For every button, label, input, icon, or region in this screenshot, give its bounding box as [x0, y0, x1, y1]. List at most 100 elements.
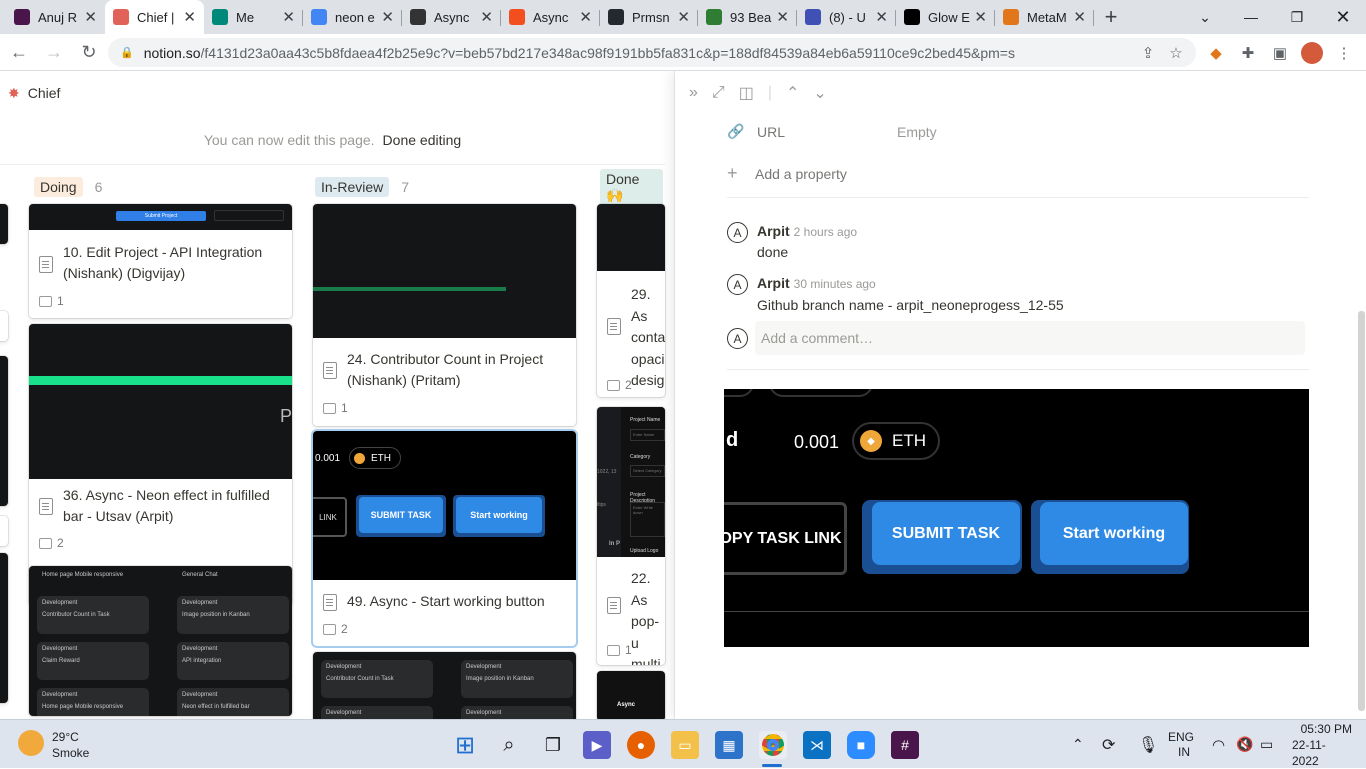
share-icon[interactable]: ⇪ [1134, 39, 1162, 67]
property-url[interactable]: 🔗 URL Empty [727, 123, 937, 140]
chrome-menu-icon[interactable]: ⋮ [1330, 39, 1358, 67]
microsoft-store-icon[interactable]: ▦ [715, 731, 743, 759]
close-tab-icon[interactable]: ✕ [677, 8, 690, 26]
board-card-selected[interactable]: 0.001 ETH LINK SUBMIT TASK Start working… [313, 431, 576, 646]
close-tab-icon[interactable]: ✕ [480, 8, 493, 26]
address-bar[interactable]: 🔒 notion.so/f4131d23a0aa43c5b8fdaea4f2b2… [108, 38, 1196, 67]
browser-tab[interactable]: Async ✕ [501, 0, 600, 34]
volume-muted-icon[interactable]: 🔇 [1236, 720, 1253, 769]
card-title: 36. Async - Neon effect in fulfilled bar… [63, 487, 270, 524]
close-tab-icon[interactable]: ✕ [776, 8, 789, 26]
teams-icon[interactable]: ▶ [583, 731, 611, 759]
weather-desc[interactable]: Smoke [52, 746, 89, 760]
reload-button[interactable]: ↻ [73, 36, 105, 68]
browser-tab[interactable]: Prmsn ✕ [600, 0, 698, 34]
board-card[interactable]: P 36. Async - Neon effect in fulfilled b… [29, 324, 292, 605]
browser-tab[interactable]: 93 Bea ✕ [698, 0, 797, 34]
add-comment-input[interactable]: Add a comment… [755, 321, 1305, 355]
comment-count: 2 [607, 378, 632, 392]
attached-screenshot[interactable]: d 0.001 ◆ ETH OPY TASK LINK SUBMIT TASK S… [724, 389, 1309, 647]
column-header-in-review[interactable]: In-Review 7 [315, 175, 409, 199]
weather-icon[interactable] [18, 730, 44, 756]
vscode-icon[interactable]: ⋊ [803, 731, 831, 759]
weather-temp[interactable]: 29°C [52, 730, 79, 744]
partial-card[interactable] [0, 356, 8, 506]
board-card[interactable]: Development Contributor Count in Task Deve… [313, 652, 576, 719]
column-header-done[interactable]: Done 🙌 [600, 168, 675, 206]
partial-card[interactable] [0, 553, 8, 703]
language-indicator[interactable]: ENG IN [1168, 720, 1194, 769]
side-peek-icon[interactable]: ◫ [739, 83, 754, 103]
partial-card[interactable] [0, 311, 8, 341]
board-card[interactable]: Submit Project 10. Edit Project - API In… [29, 204, 292, 318]
tab-search-icon[interactable]: ⌄ [1182, 0, 1228, 34]
board-card[interactable]: Async [597, 671, 665, 719]
start-windows-icon[interactable]: ⊞ [451, 731, 479, 759]
bookmark-star-icon[interactable]: ☆ [1162, 39, 1190, 67]
clock[interactable]: 05:30 PM 22-11-2022 [1292, 720, 1352, 769]
battery-icon[interactable]: ▭ [1260, 720, 1273, 769]
side-panel-icon[interactable]: ▣ [1266, 39, 1294, 67]
property-value[interactable]: Empty [897, 124, 937, 140]
close-tab-icon[interactable]: ✕ [579, 8, 592, 26]
close-window-button[interactable]: ✕ [1320, 0, 1366, 34]
browser-tab[interactable]: Glow E ✕ [896, 0, 995, 34]
tab-title: MetaM [1027, 9, 1067, 25]
profile-avatar[interactable] [1298, 39, 1326, 67]
new-tab-button[interactable]: + [1094, 0, 1128, 34]
partial-card[interactable] [0, 516, 8, 546]
close-tab-icon[interactable]: ✕ [974, 8, 987, 26]
close-tab-icon[interactable]: ✕ [381, 8, 394, 26]
minimize-button[interactable]: — [1228, 0, 1274, 34]
board-card[interactable]: Project Name Enter Name Category Select … [597, 407, 665, 665]
wifi-icon[interactable]: ◠ [1212, 720, 1225, 769]
glow-icon [904, 9, 920, 25]
close-peek-icon[interactable]: » [689, 84, 698, 102]
microphone-icon[interactable]: 🎙 [1138, 720, 1158, 769]
forward-button[interactable]: → [38, 36, 70, 68]
browser-tab[interactable]: Anuj R ✕ [6, 0, 105, 34]
browser-tab[interactable]: (8) - U ✕ [797, 0, 896, 34]
board-card[interactable]: Home page Mobile responsive General Chat D… [29, 566, 292, 716]
browser-tab[interactable]: Chief | ✕ [105, 0, 204, 34]
browser-tab[interactable]: Async ✕ [402, 0, 501, 34]
divider [727, 197, 1309, 198]
close-tab-icon[interactable]: ✕ [1073, 8, 1086, 26]
maximize-button[interactable]: ❐ [1274, 0, 1320, 34]
partial-card[interactable] [0, 204, 8, 244]
scrollbar-thumb[interactable] [1358, 311, 1365, 711]
board-card[interactable]: 24. Contributor Count in Project (Nishan… [313, 204, 576, 426]
firefox-icon[interactable]: ● [627, 731, 655, 759]
tab-title: (8) - U [829, 9, 866, 25]
file-explorer-icon[interactable]: ▭ [671, 731, 699, 759]
browser-tab[interactable]: Me ✕ [204, 0, 303, 34]
zoom-icon[interactable]: ■ [847, 731, 875, 759]
expand-icon[interactable]: ⤢ [712, 84, 725, 102]
close-tab-icon[interactable]: ✕ [875, 8, 888, 26]
time: 05:30 PM [1300, 721, 1352, 736]
show-hidden-icons[interactable]: ⌃ [1072, 720, 1084, 769]
extensions-puzzle-icon[interactable]: ✚ [1234, 39, 1262, 67]
back-button[interactable]: ← [3, 36, 35, 68]
browser-tab[interactable]: neon e ✕ [303, 0, 402, 34]
metamask-extension-icon[interactable]: ◆ [1202, 39, 1230, 67]
column-header-doing[interactable]: Doing 6 [34, 175, 102, 199]
close-tab-icon[interactable]: ✕ [282, 8, 295, 26]
close-tab-icon[interactable]: ✕ [183, 8, 196, 26]
metamask-icon [1003, 9, 1019, 25]
next-page-icon[interactable]: ⌄ [813, 83, 826, 103]
previous-page-icon[interactable]: ⌃ [786, 83, 799, 103]
board-card[interactable]: 29. As conta opaci desig 2 [597, 204, 665, 397]
done-editing-button[interactable]: Done editing [383, 132, 462, 148]
close-tab-icon[interactable]: ✕ [84, 8, 97, 26]
slack-taskbar-icon[interactable]: # [891, 731, 919, 759]
chrome-taskbar-icon[interactable] [759, 731, 787, 759]
page-title[interactable]: Chief [28, 85, 61, 101]
search-icon[interactable]: ⌕ [495, 731, 523, 759]
add-property-button[interactable]: + Add a property [727, 163, 847, 184]
task-view-icon[interactable]: ❐ [539, 731, 567, 759]
browser-tab[interactable]: MetaM ✕ [995, 0, 1094, 34]
sync-icon[interactable]: ⟳ [1102, 720, 1115, 769]
card-title: 49. Async - Start working button [347, 593, 545, 609]
scrollbar[interactable] [1357, 116, 1365, 719]
